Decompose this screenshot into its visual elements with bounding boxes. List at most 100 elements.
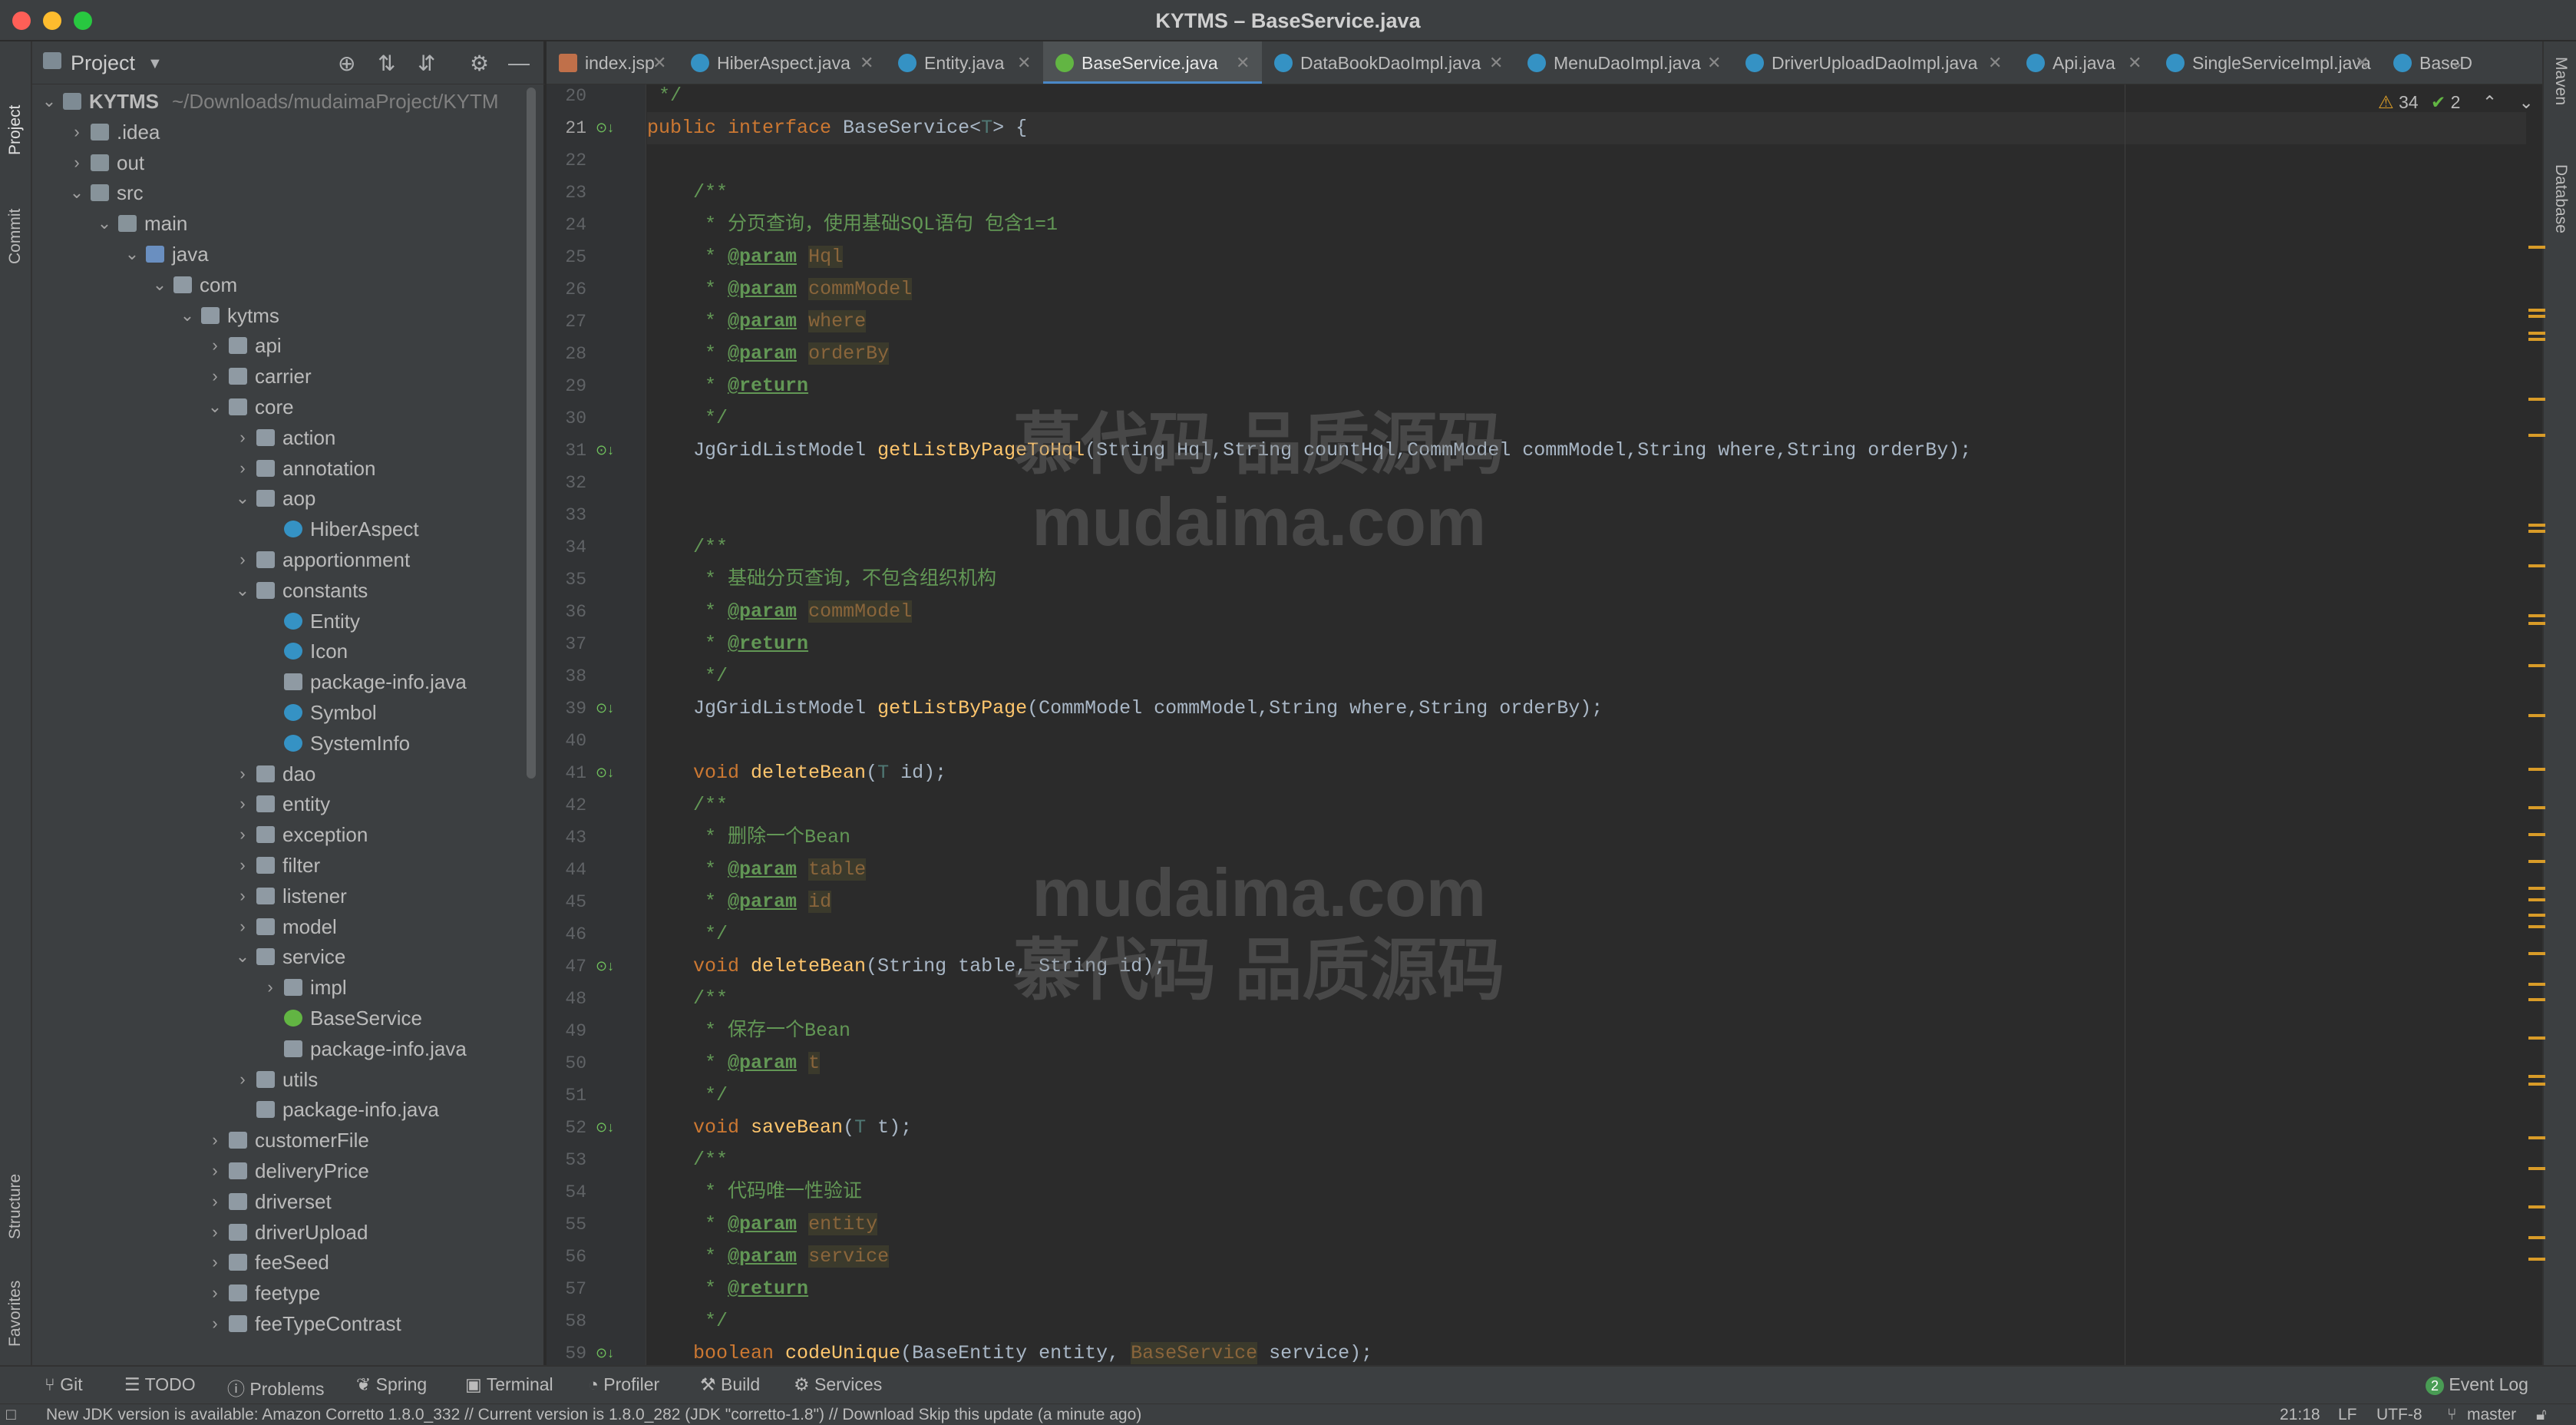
warning-marker[interactable] — [2528, 530, 2545, 533]
chevron-right-icon[interactable]: › — [207, 1125, 223, 1156]
warning-marker[interactable] — [2528, 564, 2545, 567]
code-line[interactable]: */ — [647, 918, 728, 951]
warning-marker[interactable] — [2528, 614, 2545, 617]
close-tab-icon[interactable]: ✕ — [1489, 41, 1503, 84]
tree-row[interactable]: › exception — [32, 819, 531, 850]
tree-row[interactable]: ⌄ aop — [32, 483, 531, 514]
git-branch[interactable]: master — [2467, 1406, 2516, 1424]
close-tab-icon[interactable]: ✕ — [1988, 41, 2002, 84]
chevron-right-icon[interactable]: › — [235, 759, 250, 789]
tree-row[interactable]: ⌄ service — [32, 941, 531, 972]
warning-marker[interactable] — [2528, 1136, 2545, 1139]
code-line[interactable]: * 保存一个Bean — [647, 1015, 850, 1047]
chevron-right-icon[interactable]: › — [207, 1186, 223, 1217]
lock-icon[interactable]: 🔓︎ — [2536, 1406, 2547, 1424]
warning-marker[interactable] — [2528, 315, 2545, 318]
chevron-down-icon[interactable]: ⌄ — [69, 177, 84, 208]
tree-row[interactable]: package-info.java — [32, 1033, 531, 1064]
chevron-right-icon[interactable]: › — [207, 1278, 223, 1308]
chevron-right-icon[interactable]: › — [235, 881, 250, 911]
tree-row[interactable]: › apportionment — [32, 544, 531, 575]
file-encoding[interactable]: UTF-8 — [2376, 1406, 2422, 1424]
editor-tab[interactable]: Entity.java ✕ — [886, 41, 1043, 84]
chevron-right-icon[interactable]: › — [235, 819, 250, 850]
tree-row[interactable]: › entity — [32, 789, 531, 819]
tree-row[interactable]: › impl — [32, 972, 531, 1003]
structure-tool-tab[interactable]: Structure — [6, 1174, 25, 1239]
warning-marker[interactable] — [2528, 1167, 2545, 1170]
warning-marker[interactable] — [2528, 714, 2545, 717]
tree-row[interactable]: › out — [32, 147, 531, 178]
warning-marker[interactable] — [2528, 309, 2545, 312]
tree-row[interactable]: ⌄ constants — [32, 575, 531, 606]
warning-marker[interactable] — [2528, 806, 2545, 809]
chevron-down-icon[interactable]: ⌄ — [180, 300, 195, 331]
hide-panel-icon[interactable]: — — [508, 51, 530, 75]
chevron-down-icon[interactable]: ⌄ — [124, 239, 140, 269]
code-line[interactable]: * @param where — [647, 306, 867, 338]
tree-row[interactable]: › listener — [32, 881, 531, 911]
chevron-right-icon[interactable]: › — [235, 850, 250, 881]
chevron-down-icon[interactable]: ⌄ — [235, 941, 250, 972]
warning-marker[interactable] — [2528, 622, 2545, 625]
previous-highlight-icon[interactable]: ⌃ — [2482, 92, 2497, 112]
code-line[interactable]: */ — [647, 1305, 728, 1337]
chevron-down-icon[interactable]: ⌄ — [97, 208, 112, 239]
favorites-tool-tab[interactable]: Favorites — [6, 1281, 25, 1347]
code-line[interactable]: /** — [647, 531, 728, 564]
close-tab-icon[interactable]: ✕ — [860, 41, 874, 84]
warning-marker[interactable] — [2528, 952, 2545, 955]
code-editor[interactable]: */public interface BaseService<T> { /** … — [647, 84, 2526, 1365]
tree-row[interactable]: › feeTypeContrast — [32, 1308, 531, 1339]
services-tool-button[interactable]: ⚙ Services — [794, 1374, 882, 1395]
code-line[interactable]: * 基础分页查询，不包含组织机构 — [647, 564, 996, 596]
tree-row[interactable]: › action — [32, 422, 531, 453]
code-line[interactable]: public interface BaseService<T> { — [647, 112, 1027, 144]
tree-row[interactable]: › annotation — [32, 453, 531, 484]
code-line[interactable]: * 删除一个Bean — [647, 822, 850, 854]
tree-row[interactable]: package-info.java — [32, 666, 531, 697]
chevron-down-icon[interactable]: ⌄ — [235, 575, 250, 606]
tree-row[interactable]: › driverset — [32, 1186, 531, 1217]
tree-row[interactable]: Icon — [32, 636, 531, 666]
code-line[interactable]: /** — [647, 983, 728, 1015]
editor-tab[interactable]: BaseD ⌄ — [2381, 41, 2473, 84]
tree-row[interactable]: › api — [32, 330, 531, 361]
code-line[interactable]: */ — [647, 402, 728, 435]
code-line[interactable]: */ — [647, 660, 728, 693]
tree-row[interactable]: HiberAspect — [32, 514, 531, 544]
tree-row[interactable]: ⌄ com — [32, 269, 531, 300]
chevron-right-icon[interactable]: › — [235, 1064, 250, 1095]
tree-row[interactable]: › deliveryPrice — [32, 1156, 531, 1186]
tree-row[interactable]: › dao — [32, 759, 531, 789]
problems-tool-button[interactable]: ⓘ Problems — [227, 1374, 325, 1400]
inspection-widget[interactable]: ⚠ 34 ✔ 2 ⌃ ⌄ — [2378, 92, 2534, 113]
warning-marker[interactable] — [2528, 1075, 2545, 1078]
code-line[interactable]: */ — [647, 84, 682, 112]
close-tab-icon[interactable]: ✕ — [652, 41, 666, 84]
code-line[interactable]: * @return — [647, 628, 808, 660]
terminal-tool-button[interactable]: ▣ Terminal — [465, 1374, 553, 1395]
implementation-marker-icon[interactable]: ⊙↓ — [596, 120, 614, 136]
spring-tool-button[interactable]: ❦ Spring — [356, 1374, 427, 1395]
code-line[interactable]: * @param table — [647, 854, 867, 886]
tree-row[interactable]: › driverUpload — [32, 1217, 531, 1248]
code-line[interactable]: */ — [647, 1079, 728, 1112]
warning-marker[interactable] — [2528, 1083, 2545, 1086]
line-separator[interactable]: LF — [2338, 1406, 2357, 1424]
status-message[interactable]: New JDK version is available: Amazon Cor… — [46, 1406, 1141, 1424]
tree-row[interactable]: ⌄ java — [32, 239, 531, 269]
editor-tab[interactable]: DataBookDaoImpl.java ✕ — [1262, 41, 1515, 84]
editor-tab[interactable]: SingleServiceImpl.java ✕ — [2154, 41, 2381, 84]
tree-row[interactable]: Symbol — [32, 697, 531, 728]
warning-marker[interactable] — [2528, 524, 2545, 527]
code-line[interactable]: /** — [647, 789, 728, 822]
warning-marker[interactable] — [2528, 434, 2545, 437]
code-line[interactable]: JgGridListModel getListByPage(CommModel … — [647, 693, 1603, 725]
editor-tab[interactable]: index.jsp ✕ — [547, 41, 679, 84]
code-line[interactable]: * @param id — [647, 886, 832, 918]
implementation-marker-icon[interactable]: ⊙↓ — [596, 442, 614, 458]
chevron-down-icon[interactable]: ⌄ — [207, 392, 223, 422]
chevron-down-icon[interactable]: ▼ — [147, 55, 163, 73]
chevron-right-icon[interactable]: › — [207, 1308, 223, 1339]
